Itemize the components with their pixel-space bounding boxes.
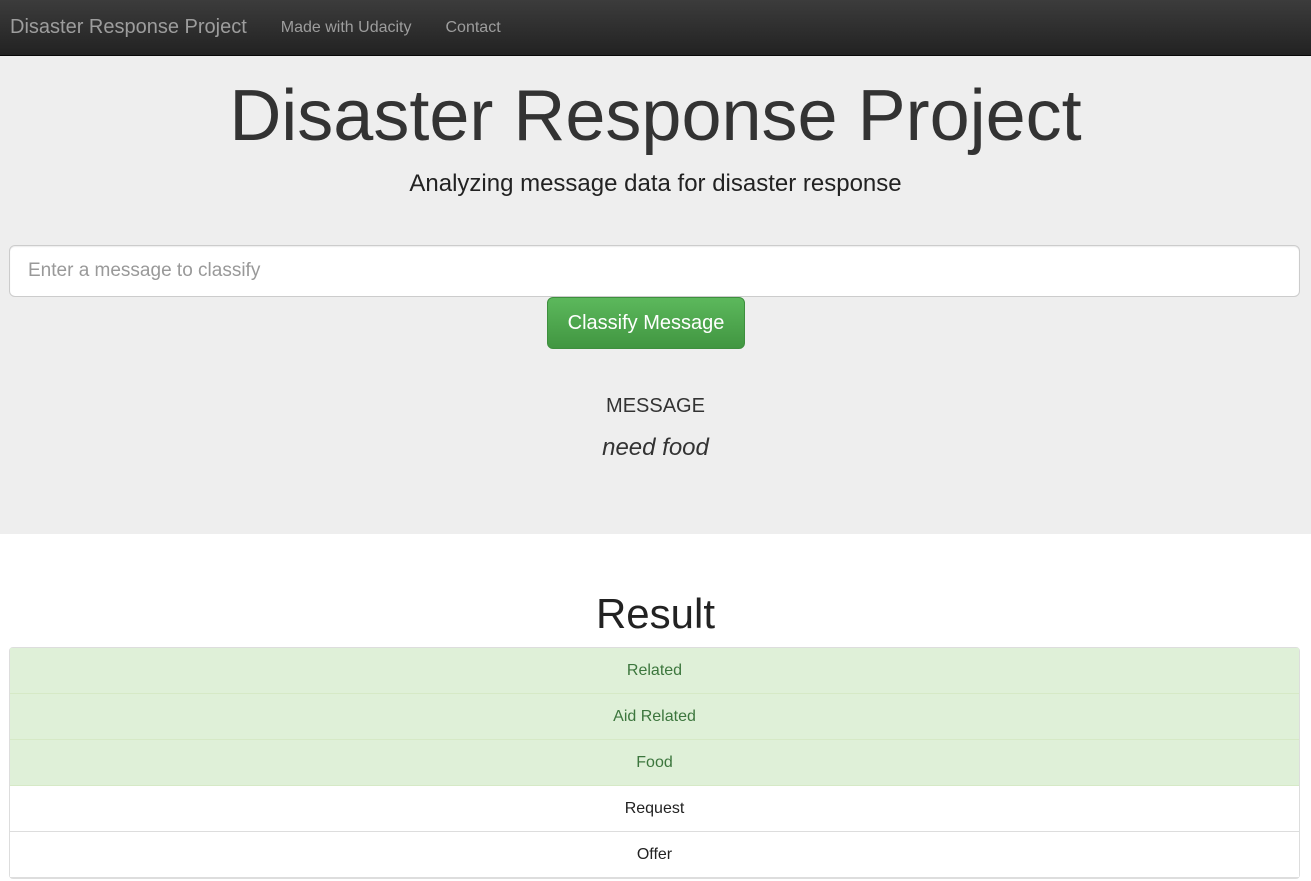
nav-link-contact[interactable]: Contact <box>446 19 501 37</box>
result-item-aid-related: Aid Related <box>10 694 1299 740</box>
navbar-brand[interactable]: Disaster Response Project <box>10 16 247 39</box>
message-label: MESSAGE <box>606 395 705 417</box>
nav-link-udacity[interactable]: Made with Udacity <box>281 19 412 37</box>
result-item-food: Food <box>10 740 1299 786</box>
page-subtitle: Analyzing message data for disaster resp… <box>409 170 902 197</box>
navbar: Disaster Response Project Made with Udac… <box>0 0 1311 56</box>
message-text: need food <box>602 434 709 461</box>
jumbotron: Disaster Response Project Analyzing mess… <box>0 56 1311 534</box>
result-item-request: Request <box>10 786 1299 832</box>
result-item-related: Related <box>10 648 1299 694</box>
result-title: Result <box>595 590 716 637</box>
page-title: Disaster Response Project <box>229 76 1082 156</box>
classify-message-button[interactable]: Classify Message <box>547 297 745 349</box>
message-input[interactable] <box>9 245 1300 297</box>
result-list: Related Aid Related Food Request Offer <box>9 647 1300 879</box>
result-item-offer: Offer <box>10 832 1299 878</box>
